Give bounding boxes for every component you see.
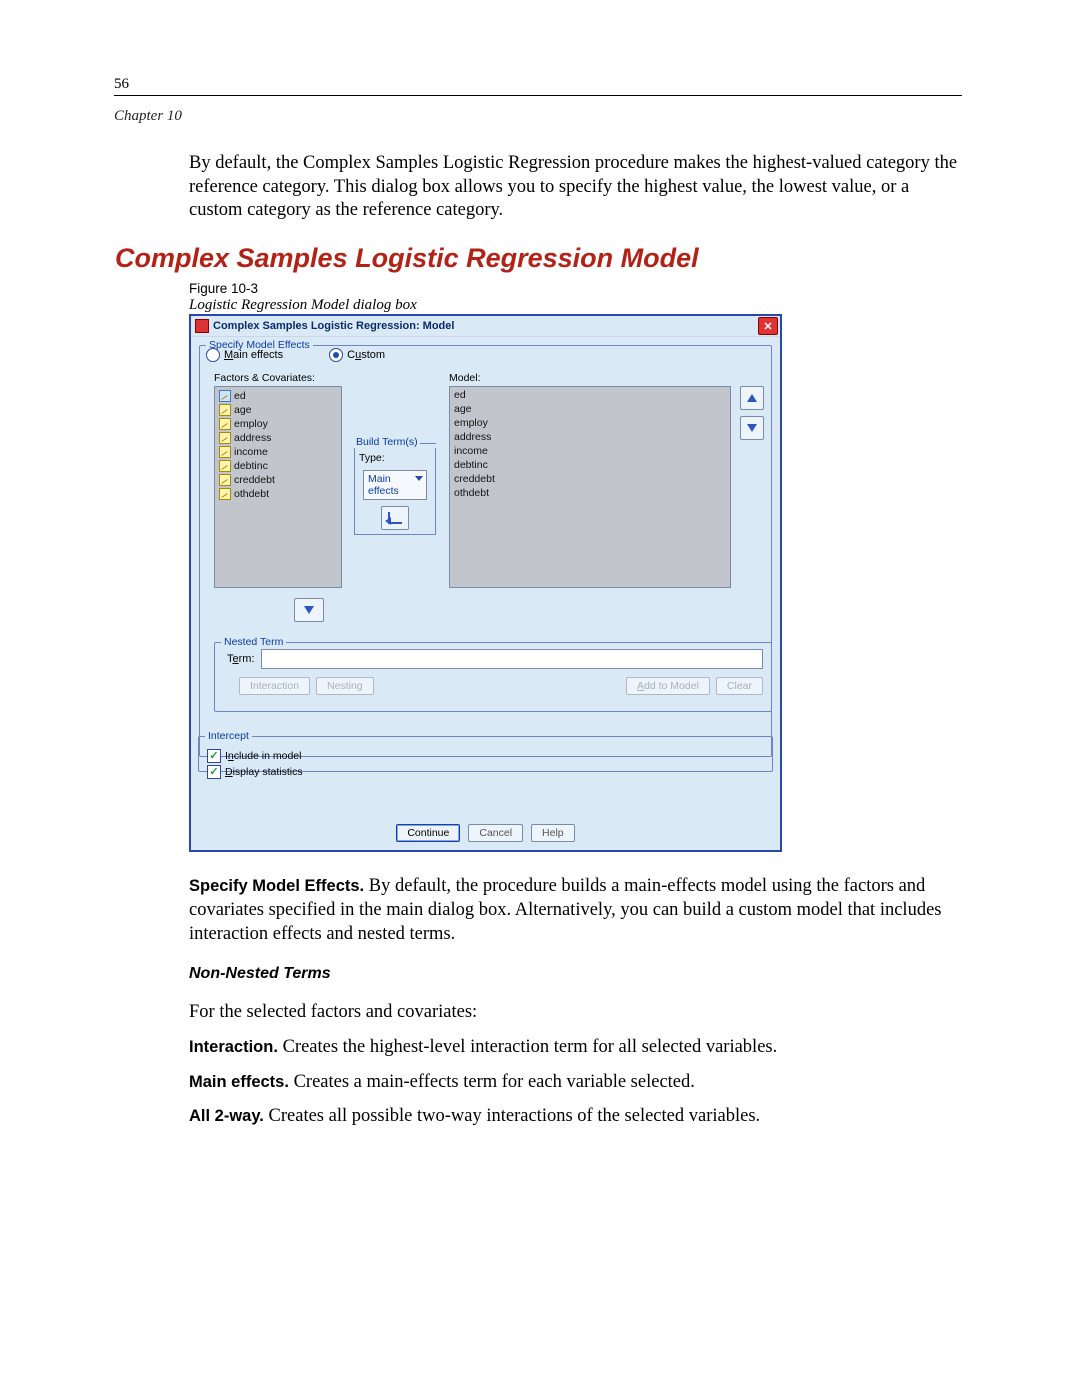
- factors-item-label: address: [234, 432, 271, 444]
- all-2way-row: All 2-way. Creates all possible two-way …: [189, 1104, 959, 1128]
- figure-label: Figure 10-3: [189, 281, 258, 296]
- section-heading: Complex Samples Logistic Regression Mode…: [115, 243, 699, 274]
- factors-item-label: employ: [234, 418, 268, 430]
- model-item[interactable]: debtinc: [452, 459, 728, 473]
- interaction-button[interactable]: Interaction: [239, 677, 310, 695]
- factors-item[interactable]: ed: [217, 389, 339, 403]
- app-icon: [195, 319, 209, 333]
- non-nested-terms-heading: Non-Nested Terms: [189, 965, 331, 983]
- model-item[interactable]: ed: [452, 389, 728, 403]
- factors-item[interactable]: debtinc: [217, 459, 339, 473]
- build-terms-legend: Build Term(s): [354, 436, 420, 448]
- factors-covariates-label: Factors & Covariates:: [214, 372, 315, 384]
- move-up-button[interactable]: [740, 386, 764, 410]
- arrow-up-icon: [747, 394, 757, 402]
- covariate-icon: [219, 446, 231, 458]
- factors-item-label: othdebt: [234, 488, 269, 500]
- term-input[interactable]: [261, 649, 763, 669]
- chapter-label: Chapter 10: [114, 108, 182, 125]
- include-in-model-checkbox[interactable]: [207, 749, 221, 763]
- dialog-title: Complex Samples Logistic Regression: Mod…: [213, 320, 758, 332]
- type-label: Type:: [359, 452, 385, 464]
- covariate-icon: [219, 488, 231, 500]
- clear-button[interactable]: Clear: [716, 677, 763, 695]
- build-terms-group: Build Term(s) Type: Main effects: [354, 436, 436, 535]
- factors-item[interactable]: employ: [217, 417, 339, 431]
- nesting-button[interactable]: Nesting: [316, 677, 374, 695]
- nested-term-fieldset: Nested Term Term: Interaction Nesting Ad…: [214, 642, 772, 712]
- interaction-row: Interaction. Creates the highest-level i…: [189, 1035, 959, 1059]
- model-label: Model:: [449, 372, 481, 384]
- term-label: Term:: [227, 653, 255, 665]
- add-to-model-button[interactable]: Add to Model: [626, 677, 710, 695]
- specify-model-effects-fieldset: Specify Model Effects Main effects Custo…: [199, 345, 772, 757]
- figure-caption: Logistic Regression Model dialog box: [189, 297, 417, 314]
- factors-item[interactable]: income: [217, 445, 339, 459]
- covariate-icon: [219, 460, 231, 472]
- display-statistics-checkbox[interactable]: [207, 765, 221, 779]
- factors-item[interactable]: creddebt: [217, 473, 339, 487]
- dialog-titlebar[interactable]: Complex Samples Logistic Regression: Mod…: [191, 316, 780, 337]
- custom-radio[interactable]: Custom: [329, 348, 385, 362]
- intercept-legend: Intercept: [205, 730, 252, 742]
- help-button[interactable]: Help: [531, 824, 575, 842]
- model-list[interactable]: edageemployaddressincomedebtinccreddebto…: [449, 386, 731, 588]
- model-item[interactable]: employ: [452, 417, 728, 431]
- page-number: 56: [114, 76, 962, 96]
- covariate-icon: [219, 432, 231, 444]
- page: 56 Chapter 10 By default, the Complex Sa…: [0, 0, 1080, 1397]
- add-term-button[interactable]: [381, 506, 409, 530]
- covariate-icon: [219, 474, 231, 486]
- intro-paragraph: By default, the Complex Samples Logistic…: [189, 152, 959, 223]
- send-to-nested-button[interactable]: [294, 598, 324, 622]
- specify-model-effects-paragraph: Specify Model Effects. By default, the p…: [189, 874, 959, 946]
- non-nested-intro: For the selected factors and covariates:: [189, 1000, 959, 1024]
- display-statistics-label: Display statistics: [225, 766, 303, 778]
- cancel-button[interactable]: Cancel: [468, 824, 523, 842]
- model-item[interactable]: othdebt: [452, 487, 728, 501]
- move-down-button[interactable]: [740, 416, 764, 440]
- close-icon[interactable]: ✕: [758, 317, 778, 335]
- continue-button[interactable]: Continue: [396, 824, 460, 842]
- factors-item-label: debtinc: [234, 460, 268, 472]
- factors-item[interactable]: address: [217, 431, 339, 445]
- main-effects-radio[interactable]: Main effects: [206, 348, 283, 362]
- factors-item[interactable]: age: [217, 403, 339, 417]
- model-item[interactable]: creddebt: [452, 473, 728, 487]
- model-item[interactable]: address: [452, 431, 728, 445]
- intercept-fieldset: Intercept Include in model Display stati…: [198, 736, 773, 772]
- logistic-regression-model-dialog: Complex Samples Logistic Regression: Mod…: [189, 314, 782, 852]
- type-select[interactable]: Main effects: [363, 470, 427, 500]
- nested-legend: Nested Term: [221, 636, 286, 648]
- factors-item-label: ed: [234, 390, 246, 402]
- factors-item-label: income: [234, 446, 268, 458]
- main-effects-radio-label: Main effects: [224, 349, 283, 361]
- model-item[interactable]: income: [452, 445, 728, 459]
- enter-arrow-icon: [388, 512, 402, 524]
- arrow-down-icon: [304, 606, 314, 614]
- include-in-model-label: Include in model: [225, 750, 301, 762]
- factors-item[interactable]: othdebt: [217, 487, 339, 501]
- arrow-down-icon: [747, 424, 757, 432]
- specify-lead: Specify Model Effects.: [189, 877, 364, 895]
- factors-item-label: age: [234, 404, 252, 416]
- covariate-icon: [219, 418, 231, 430]
- model-item[interactable]: age: [452, 403, 728, 417]
- covariate-icon: [219, 404, 231, 416]
- factors-covariates-list[interactable]: ed age employ address income debtinc creddebt o…: [214, 386, 342, 588]
- custom-radio-label: Custom: [347, 349, 385, 361]
- main-effects-row: Main effects. Creates a main-effects ter…: [189, 1070, 959, 1094]
- factors-item-label: creddebt: [234, 474, 275, 486]
- categorical-icon: [219, 390, 231, 402]
